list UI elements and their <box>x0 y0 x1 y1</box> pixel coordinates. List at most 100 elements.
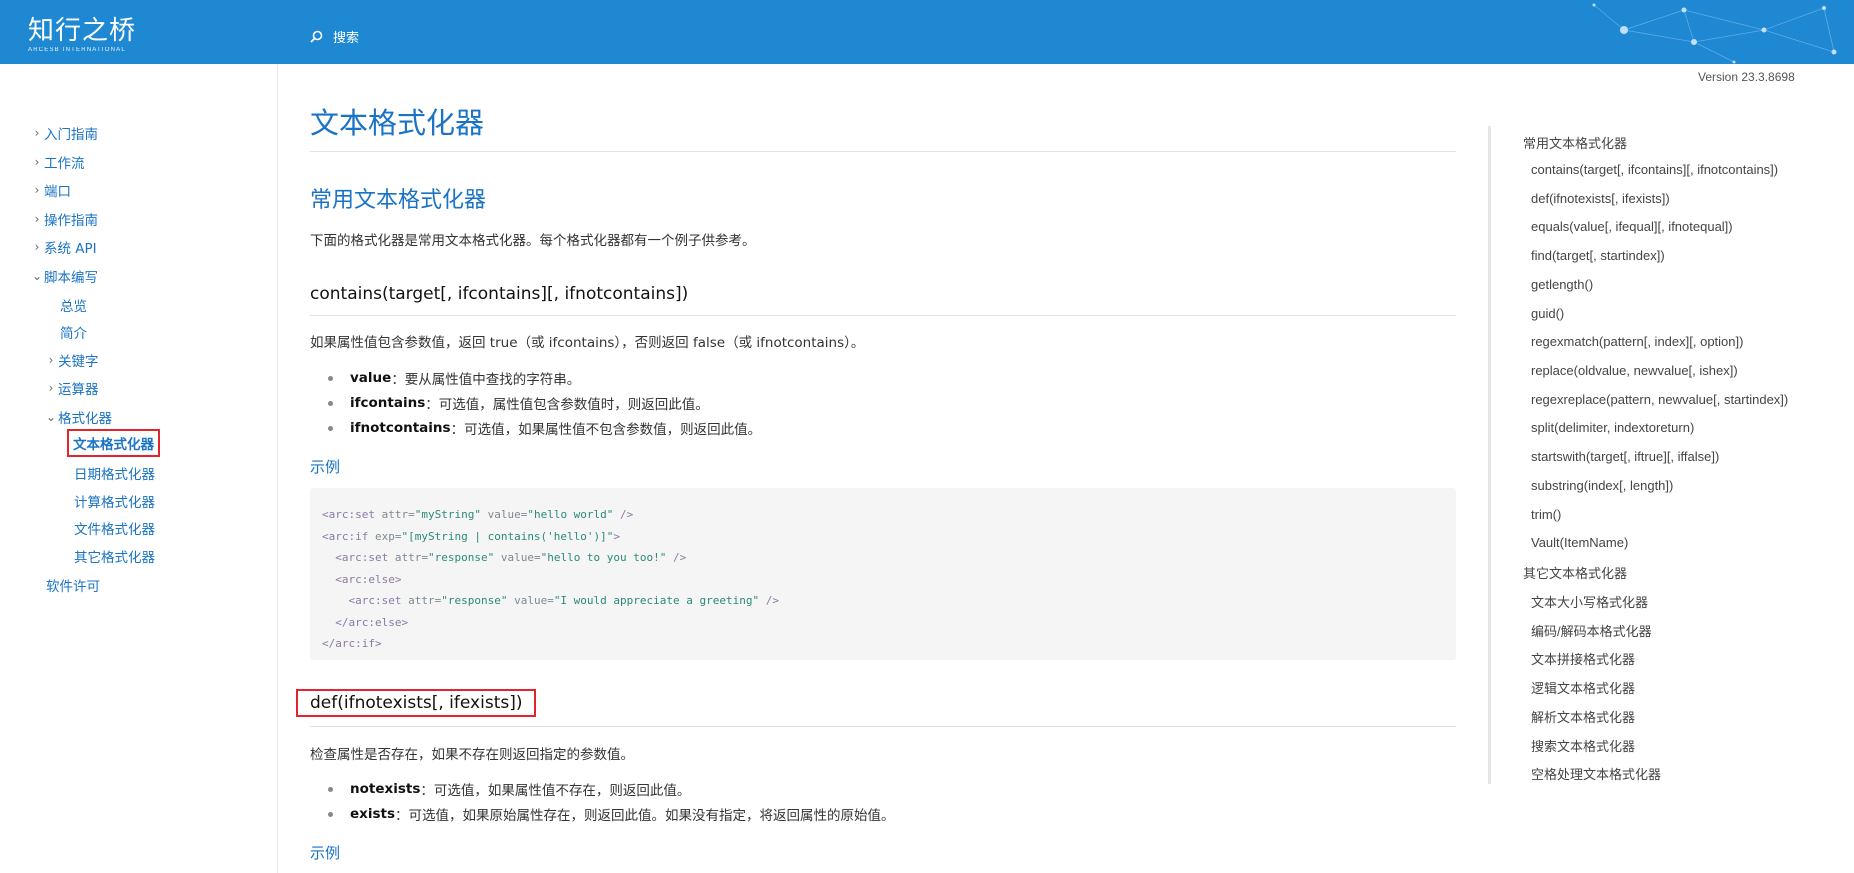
toc-item[interactable]: trim() <box>1531 507 1561 522</box>
toc-scroll-indicator <box>1488 126 1491 784</box>
sidebar-item-license[interactable]: 软件许可 <box>46 575 100 595</box>
sidebar-item-label: 总览 <box>60 299 87 315</box>
param-name: ifnotcontains <box>350 420 451 436</box>
logo[interactable]: 知行之桥 ARCESB INTERNATIONAL <box>28 16 136 54</box>
toc-item[interactable]: 解析文本格式化器 <box>1531 707 1635 726</box>
chevron-down-icon: ⌄ <box>31 269 43 283</box>
sidebar-item-overview[interactable]: 总览 <box>60 295 87 315</box>
toc-item[interactable]: def(ifnotexists[, ifexists]) <box>1531 191 1670 206</box>
sidebar-item-label: 入门指南 <box>44 127 98 143</box>
toc-item[interactable]: equals(value[, ifequal][, ifnotequal]) <box>1531 219 1733 234</box>
param-desc: ：可选值，属性值包含参数值时，则返回此值。 <box>425 397 709 413</box>
search-button[interactable]: 搜索 <box>310 27 359 46</box>
bullet-icon <box>328 811 333 817</box>
sidebar-item-operators[interactable]: › 运算器 <box>44 378 99 398</box>
sidebar-item-label: 关键字 <box>58 354 99 370</box>
sidebar-item-label: 简介 <box>60 326 87 342</box>
sidebar-item-ports[interactable]: › 端口 <box>30 180 71 200</box>
contains-heading: contains(target[, ifcontains][, ifnotcon… <box>310 284 689 304</box>
sidebar-item-howto[interactable]: › 操作指南 <box>30 209 98 229</box>
sidebar-item-label: 系统 API <box>44 241 97 257</box>
example-link[interactable]: 示例 <box>310 842 340 863</box>
param-desc: ：可选值，如果属性值不存在，则返回此值。 <box>420 783 691 799</box>
bullet-icon <box>328 786 333 792</box>
param-name: ifcontains <box>350 395 426 411</box>
param-item: value ：要从属性值中查找的字符串。 <box>328 368 580 388</box>
sidebar-item-label: 计算格式化器 <box>74 495 155 511</box>
sidebar-item-label: 文件格式化器 <box>74 522 155 538</box>
toc-item[interactable]: contains(target[, ifcontains][, ifnotcon… <box>1531 162 1778 177</box>
param-item: ifnotcontains ：可选值，如果属性值不包含参数值，则返回此值。 <box>328 418 761 438</box>
chevron-right-icon: › <box>34 183 40 197</box>
toc-item[interactable]: 搜索文本格式化器 <box>1531 736 1635 755</box>
chevron-right-icon: › <box>48 381 54 395</box>
toc-item[interactable]: startswith(target[, iftrue][, iffalse]) <box>1531 449 1719 464</box>
sidebar-item-label: 操作指南 <box>44 213 98 229</box>
param-item: exists ：可选值，如果原始属性存在，则返回此值。如果没有指定，将返回属性的… <box>328 804 895 824</box>
toc-item[interactable]: 文本拼接格式化器 <box>1531 649 1635 668</box>
sidebar-item-label: 脚本编写 <box>44 270 98 286</box>
toc-item[interactable]: 文本大小写格式化器 <box>1531 592 1648 611</box>
sidebar-item-label: 软件许可 <box>46 579 100 595</box>
toc-item[interactable]: 逻辑文本格式化器 <box>1531 678 1635 697</box>
top-header: 知行之桥 ARCESB INTERNATIONAL 搜索 <box>0 0 1854 64</box>
search-icon <box>310 30 323 43</box>
page-title: 文本格式化器 <box>310 106 485 140</box>
sidebar-item-label: 格式化器 <box>58 411 112 427</box>
code-block: <arc:set attr="myString" value="hello wo… <box>310 488 1456 660</box>
code-line: <arc:set attr="myString" value="hello wo… <box>322 508 634 521</box>
toc-item[interactable]: 常用文本格式化器 <box>1523 133 1627 152</box>
sidebar-item-text-formatters[interactable]: 文本格式化器 <box>67 429 160 457</box>
def-description: 检查属性是否存在，如果不存在则返回指定的参数值。 <box>310 747 634 763</box>
toc-item[interactable]: replace(oldvalue, newvalue[, ishex]) <box>1531 363 1738 378</box>
param-item: notexists ：可选值，如果属性值不存在，则返回此值。 <box>328 779 690 799</box>
sidebar-item-label: 文本格式化器 <box>73 437 154 453</box>
param-name: value <box>350 370 392 386</box>
sidebar-item-system-api[interactable]: › 系统 API <box>30 237 97 257</box>
sidebar-item-math-formatters[interactable]: 计算格式化器 <box>74 491 155 511</box>
toc-item[interactable]: 编码/解码本格式化器 <box>1531 621 1652 640</box>
sidebar-item-intro[interactable]: 简介 <box>60 322 87 342</box>
sidebar-item-label: 其它格式化器 <box>74 550 155 566</box>
sidebar-item-other-formatters[interactable]: 其它格式化器 <box>74 546 155 566</box>
toc-item[interactable]: split(delimiter, indextoreturn) <box>1531 420 1694 435</box>
sidebar-item-file-formatters[interactable]: 文件格式化器 <box>74 518 155 538</box>
chevron-right-icon: › <box>34 155 40 169</box>
sidebar-item-workflow[interactable]: › 工作流 <box>30 152 85 172</box>
toc-item[interactable]: substring(index[, length]) <box>1531 478 1673 493</box>
code-line: </arc:else> <box>322 615 409 629</box>
toc-item[interactable]: guid() <box>1531 306 1564 321</box>
toc-item[interactable]: regexmatch(pattern[, index][, option]) <box>1531 334 1743 349</box>
intro-text: 下面的格式化器是常用文本格式化器。每个格式化器都有一个例子供参考。 <box>310 233 756 249</box>
toc-item[interactable]: 其它文本格式化器 <box>1523 563 1627 582</box>
version-label: Version 23.3.8698 <box>1698 70 1795 84</box>
sidebar-item-formatters[interactable]: ⌄ 格式化器 <box>44 407 112 427</box>
sidebar-item-label: 端口 <box>44 184 71 200</box>
sidebar-item-label: 运算器 <box>58 382 99 398</box>
chevron-right-icon: › <box>34 212 40 226</box>
toc-item[interactable]: getlength() <box>1531 277 1593 292</box>
sidebar-item-label: 日期格式化器 <box>74 467 155 483</box>
code-line: </arc:if> <box>322 637 382 650</box>
bullet-icon <box>328 400 333 406</box>
contains-description: 如果属性值包含参数值，返回 true（或 ifcontains），否则返回 fa… <box>310 335 865 351</box>
example-link[interactable]: 示例 <box>310 456 340 477</box>
divider <box>310 151 1456 152</box>
sidebar-item-keywords[interactable]: › 关键字 <box>44 350 99 370</box>
section-title: 常用文本格式化器 <box>310 188 487 213</box>
toc-item[interactable]: 空格处理文本格式化器 <box>1531 764 1661 783</box>
chevron-right-icon: › <box>48 353 54 367</box>
logo-text: 知行之桥 <box>28 16 137 46</box>
bullet-icon <box>328 375 333 381</box>
code-line: <arc:set attr="response" value="I would … <box>322 594 779 607</box>
def-heading: def(ifnotexists[, ifexists]) <box>296 689 537 717</box>
param-item: ifcontains ：可选值，属性值包含参数值时，则返回此值。 <box>328 393 709 413</box>
sidebar-item-getting-started[interactable]: › 入门指南 <box>30 123 98 143</box>
param-name: exists <box>350 806 396 822</box>
code-line: <arc:if exp="[myString | contains('hello… <box>322 529 621 543</box>
sidebar-item-scripting[interactable]: ⌄ 脚本编写 <box>30 266 98 286</box>
toc-item[interactable]: Vault(ItemName) <box>1531 535 1628 550</box>
sidebar-item-date-formatters[interactable]: 日期格式化器 <box>74 463 155 483</box>
toc-item[interactable]: find(target[, startindex]) <box>1531 248 1665 263</box>
toc-item[interactable]: regexreplace(pattern, newvalue[, startin… <box>1531 392 1788 407</box>
